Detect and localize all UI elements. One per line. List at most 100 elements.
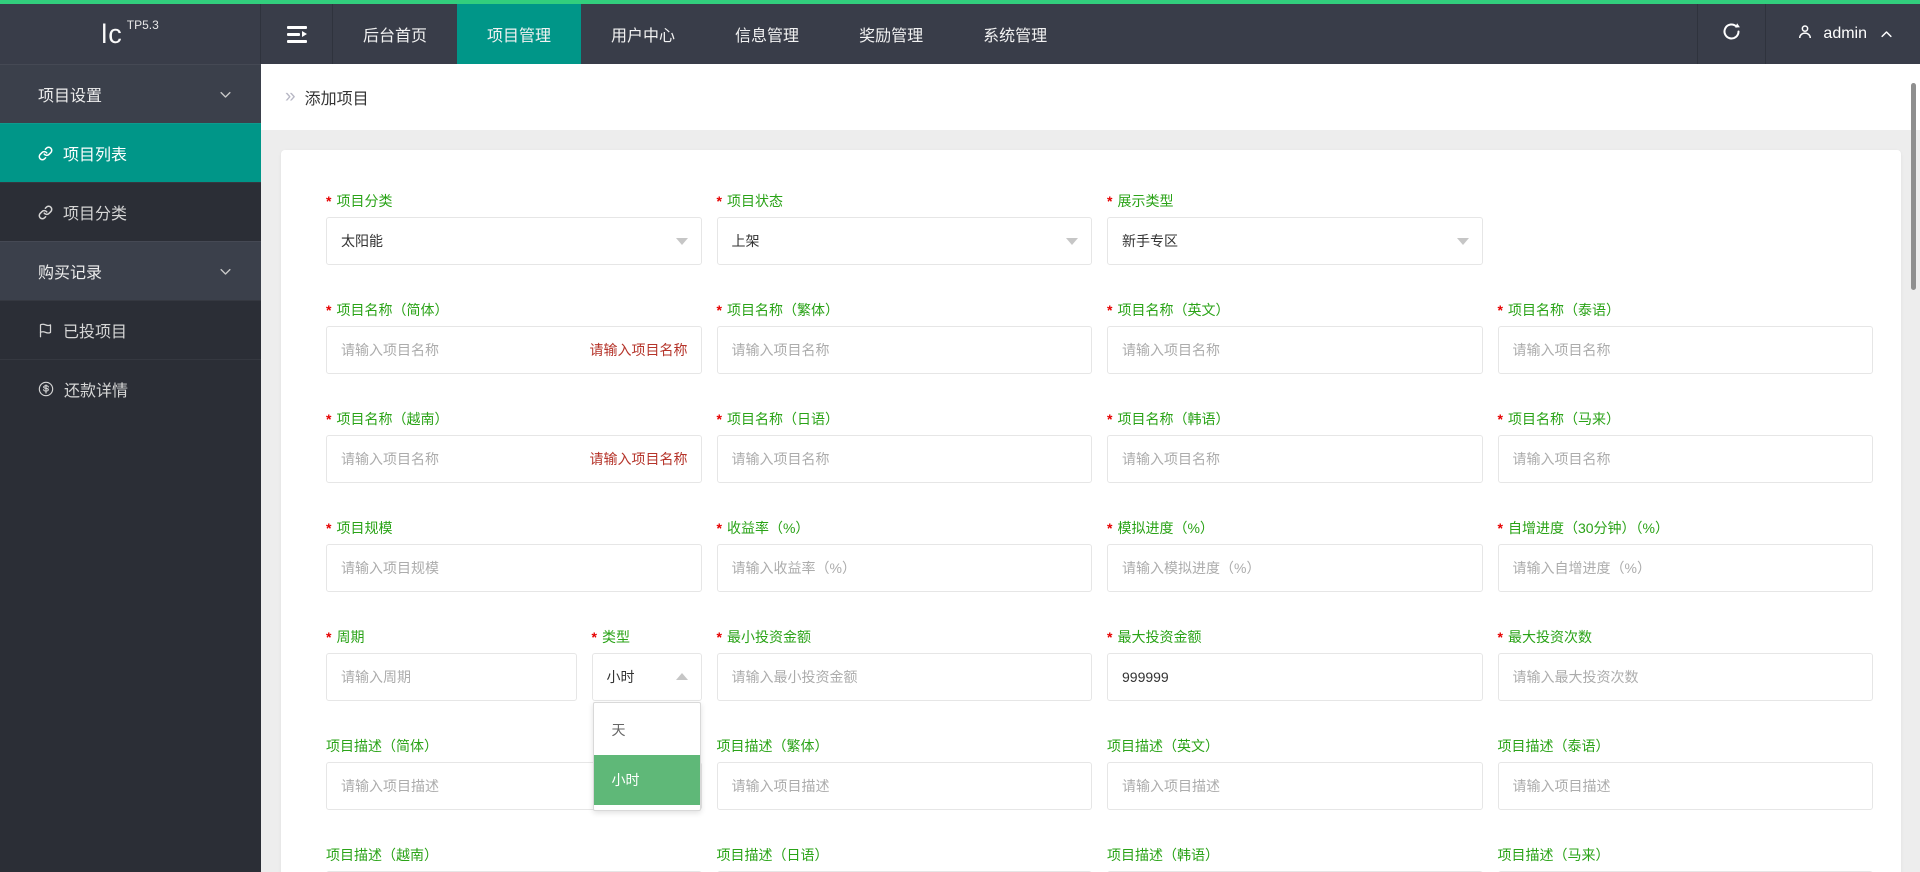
required-asterisk: * bbox=[326, 301, 332, 318]
project-status-select[interactable]: 上架 bbox=[716, 217, 1092, 265]
desc-th-input[interactable] bbox=[1497, 762, 1873, 810]
field-label-name-th: * 项目名称（泰语） bbox=[1498, 301, 1874, 318]
required-asterisk: * bbox=[1107, 628, 1113, 645]
field-label-text: 项目名称（越南） bbox=[336, 410, 449, 427]
user-menu[interactable]: admin bbox=[1765, 4, 1920, 64]
project-scale-field bbox=[326, 544, 702, 592]
field-label-text: 项目分类 bbox=[336, 192, 393, 209]
form-field: * 项目名称（越南） 请输入项目名称 bbox=[326, 410, 702, 483]
max-invest-times-field bbox=[1497, 653, 1873, 701]
cycle-type-select[interactable]: 小时天小时 bbox=[591, 653, 702, 811]
sidebar-item-project-category[interactable]: 项目分类 bbox=[0, 182, 261, 241]
field-label-text: 项目规模 bbox=[336, 519, 393, 536]
sidebar-item-label: 项目分类 bbox=[63, 206, 128, 223]
nav-item-system-management[interactable]: 系统管理 bbox=[953, 4, 1077, 64]
field-label-text: 展示类型 bbox=[1117, 192, 1174, 209]
cycle-input[interactable] bbox=[326, 653, 577, 701]
sidebar-item-label: 项目设置 bbox=[38, 88, 103, 105]
field-label-text: 项目名称（泰语） bbox=[1507, 301, 1620, 318]
sidebar-item-label: 购买记录 bbox=[38, 265, 103, 282]
nav-item-admin-home[interactable]: 后台首页 bbox=[333, 4, 457, 64]
sidebar-item-repayment-details[interactable]: 还款详情 bbox=[0, 359, 261, 418]
required-asterisk: * bbox=[1497, 519, 1503, 536]
name-ms-input[interactable] bbox=[1497, 435, 1873, 483]
field-label-text: 项目描述（越南） bbox=[326, 846, 438, 863]
name-ja-field bbox=[716, 435, 1092, 483]
chevron-down-icon bbox=[675, 238, 688, 245]
sidebar-item-project-settings[interactable]: 项目设置 bbox=[0, 64, 261, 123]
refresh-button[interactable] bbox=[1697, 4, 1765, 64]
max-invest-times-input[interactable] bbox=[1497, 653, 1873, 701]
required-asterisk: * bbox=[716, 628, 722, 645]
required-asterisk: * bbox=[1497, 628, 1503, 645]
dropdown-option[interactable]: 天 bbox=[594, 705, 700, 755]
form-field: * 自增进度（30分钟）（%） bbox=[1497, 519, 1873, 592]
nav-item-project-management[interactable]: 项目管理 bbox=[457, 4, 582, 64]
page-title: 添加项目 bbox=[304, 91, 369, 108]
form-row: 项目描述（简体） 项目描述（繁体） 项目描述（英文） 项目描述（泰语） bbox=[326, 737, 1873, 810]
name-en-input[interactable] bbox=[1107, 326, 1483, 374]
field-label-name-ja: * 项目名称（日语） bbox=[717, 410, 1093, 427]
auto-progress-field bbox=[1497, 544, 1873, 592]
required-asterisk: * bbox=[326, 519, 332, 536]
link-icon bbox=[38, 205, 53, 220]
min-investment-input[interactable] bbox=[716, 653, 1092, 701]
desc-zh-tw-input[interactable] bbox=[716, 762, 1092, 810]
display-type-select[interactable]: 新手专区 bbox=[1107, 217, 1483, 265]
field-label-text: 模拟进度（%） bbox=[1117, 519, 1214, 536]
field-label-text: 项目描述（英文） bbox=[1107, 737, 1219, 754]
auto-progress-input[interactable] bbox=[1497, 544, 1873, 592]
field-label-text: 类型 bbox=[601, 628, 630, 645]
name-ko-input[interactable] bbox=[1107, 435, 1483, 483]
nav-item-user-center[interactable]: 用户中心 bbox=[581, 4, 705, 64]
project-scale-input[interactable] bbox=[326, 544, 702, 592]
menu-toggle-button[interactable] bbox=[261, 4, 333, 64]
desc-en-input[interactable] bbox=[1107, 762, 1483, 810]
name-th-field bbox=[1497, 326, 1873, 374]
user-icon bbox=[1796, 23, 1814, 46]
simulated-progress-input[interactable] bbox=[1107, 544, 1483, 592]
select-value: 上架 bbox=[731, 233, 760, 249]
field-label-desc-th: 项目描述（泰语） bbox=[1498, 737, 1874, 754]
sidebar-item-label: 已投项目 bbox=[63, 324, 128, 341]
field-label-text: 收益率（%） bbox=[726, 519, 810, 536]
top-nav-list: 后台首页 项目管理 用户中心 信息管理 奖励管理 系统管理 bbox=[333, 4, 1077, 64]
sidebar-item-invested-projects[interactable]: 已投项目 bbox=[0, 300, 261, 359]
name-zh-tw-input[interactable] bbox=[716, 326, 1092, 374]
sidebar-item-project-list[interactable]: 项目列表 bbox=[0, 123, 261, 182]
vertical-scrollbar-thumb[interactable] bbox=[1911, 83, 1916, 290]
logo-text: lc bbox=[101, 18, 123, 49]
required-asterisk: * bbox=[1107, 301, 1113, 318]
yield-rate-field bbox=[716, 544, 1092, 592]
nav-item-reward-management[interactable]: 奖励管理 bbox=[829, 4, 953, 64]
name-vi-input[interactable] bbox=[326, 435, 702, 483]
field-label-text: 最大投资金额 bbox=[1117, 628, 1202, 645]
form-field: * 项目名称（马来） bbox=[1497, 410, 1874, 483]
dropdown-option[interactable]: 小时 bbox=[593, 755, 700, 805]
field-label-min-investment: * 最小投资金额 bbox=[717, 628, 1093, 645]
project-category-select[interactable]: 太阳能 bbox=[326, 217, 702, 265]
nav-item-info-management[interactable]: 信息管理 bbox=[705, 4, 829, 64]
name-th-input[interactable] bbox=[1497, 326, 1873, 374]
field-label-desc-ja: 项目描述（日语） bbox=[717, 846, 1093, 863]
sidebar-item-purchase-records[interactable]: 购买记录 bbox=[0, 241, 261, 300]
breadcrumb: » 添加项目 bbox=[261, 64, 1920, 130]
required-asterisk: * bbox=[1497, 410, 1503, 427]
field-label-name-ms: * 项目名称（马来） bbox=[1498, 410, 1874, 427]
field-label-text: 项目名称（英文） bbox=[1117, 301, 1230, 318]
field-label-text: 项目状态 bbox=[726, 192, 783, 209]
field-label-text: 项目名称（繁体） bbox=[726, 301, 839, 318]
sidebar-item-label: 项目列表 bbox=[63, 147, 128, 164]
username: admin bbox=[1823, 25, 1867, 42]
dollar-icon bbox=[38, 381, 54, 397]
form-field: * 项目状态 上架 bbox=[716, 192, 1092, 265]
max-investment-input[interactable] bbox=[1107, 653, 1483, 701]
form-field: 项目描述（日语） bbox=[716, 846, 1093, 872]
name-zh-cn-input[interactable] bbox=[326, 326, 702, 374]
form-field: 项目描述（马来） bbox=[1497, 846, 1873, 872]
form-field: * 项目名称（韩语） bbox=[1107, 410, 1483, 483]
name-ja-input[interactable] bbox=[716, 435, 1092, 483]
yield-rate-input[interactable] bbox=[716, 544, 1092, 592]
menu-toggle-icon bbox=[286, 25, 307, 43]
breadcrumb-chevrons-icon: » bbox=[285, 86, 296, 107]
